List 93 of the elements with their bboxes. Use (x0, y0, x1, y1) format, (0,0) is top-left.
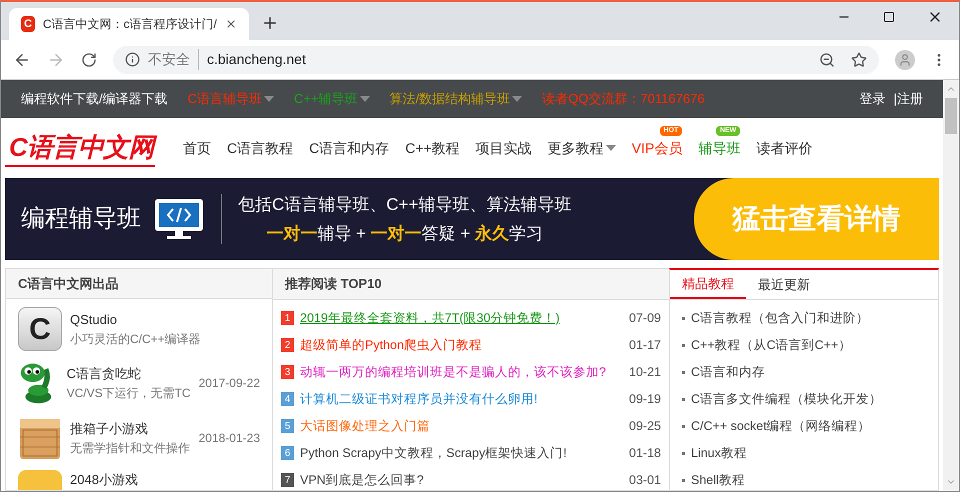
article-date: 01-18 (628, 444, 661, 462)
scrollbar-thumb[interactable] (945, 98, 957, 134)
article-date: 01-17 (628, 336, 661, 354)
banner-slogan: 答疑 + (422, 223, 472, 245)
product-name[interactable]: C语言贪吃蛇 (66, 364, 191, 384)
product-name[interactable]: QStudio (70, 310, 260, 330)
profile-avatar[interactable] (895, 50, 915, 70)
product-name[interactable]: 推箱子小游戏 (70, 419, 191, 439)
bullet-icon (682, 398, 685, 400)
banner-slogan: 永久 (475, 223, 510, 245)
security-label: 不安全 (148, 49, 199, 70)
nav-link[interactable]: VIP会员 (632, 138, 682, 158)
tutorial-link[interactable]: C语言多文件编程（模块化开发） (691, 390, 882, 408)
article-link[interactable]: 动辄一两万的编程培训班是不是骗人的，该不该参加? (300, 362, 616, 382)
article-date: 09-19 (628, 390, 661, 408)
product-name[interactable]: 2048小游戏 (70, 470, 260, 490)
rank-badge: 3 (281, 365, 294, 379)
register-link[interactable]: |注册 (894, 89, 923, 109)
site-logo[interactable]: C语言中文网 (5, 129, 155, 167)
banner-subtitle: 包括C语言辅导班、C++辅导班、算法辅导班 (238, 194, 572, 216)
rank-badge: 2 (281, 338, 294, 352)
tutorial-link[interactable]: Linux教程 (691, 444, 747, 462)
promo-banner[interactable]: 编程辅导班 包括C语言辅导班、C++辅导班、算法辅导班 一对一辅导 + 一对一答疑 + 永久学习 猛击查看详情 (5, 178, 939, 260)
article-link[interactable]: 计算机二级证书对程序员并没有什么卵用! (300, 390, 616, 408)
nav-link[interactable]: 辅导班 (698, 138, 740, 158)
nav-link[interactable]: C语言和内存 (309, 138, 390, 158)
rank-badge: 5 (281, 419, 294, 433)
nav-link[interactable]: 项目实战 (476, 138, 532, 158)
login-link[interactable]: 登录 (860, 89, 886, 109)
caret-icon (606, 145, 616, 151)
banner-slogan: 一对一 (370, 223, 422, 245)
article-date: 09-25 (628, 418, 661, 435)
scrollbar[interactable] (943, 80, 959, 491)
new-tab-icon[interactable] (261, 14, 279, 32)
monitor-code-icon (153, 197, 205, 241)
section-heading: 推荐阅读 TOP10 (273, 269, 669, 300)
site-favicon: C (21, 16, 35, 32)
product-date: 2018-01-23 (198, 430, 260, 447)
address-bar[interactable]: 不安全 c.biancheng.net (113, 46, 879, 74)
panel-tab[interactable]: 精品教程 (670, 270, 746, 299)
url-text: c.biancheng.net (207, 50, 307, 69)
article-link[interactable]: 2019年最终全套资料，共7T(限30分钟免费！) (300, 308, 616, 328)
banner-slogan: 辅导 + (317, 223, 367, 245)
top-bar-link[interactable]: 算法/数据结构辅导班 (390, 89, 522, 109)
rank-badge: 6 (281, 446, 294, 460)
banner-slogan: 学习 (509, 223, 544, 245)
maximize-icon[interactable] (883, 11, 895, 23)
bullet-icon (682, 452, 685, 454)
section-heading: C语言中文网出品 (6, 269, 272, 299)
zoom-out-icon[interactable] (819, 52, 835, 68)
article-link[interactable]: Python Scrapy中文教程，Scrapy框架快速入门! (300, 444, 616, 462)
nav-link[interactable]: 更多教程 (548, 138, 616, 158)
bullet-icon (682, 344, 685, 346)
bullet-icon (682, 316, 685, 320)
product-description: VC/VS下运行，无需TC (66, 384, 191, 402)
article-date: 10-21 (628, 364, 661, 381)
caret-icon (512, 96, 522, 102)
product-date: 2017-09-22 (198, 375, 260, 392)
article-date: 03-01 (628, 472, 661, 489)
tutorial-link[interactable]: C++教程（从C语言到C++） (691, 336, 852, 354)
tutorial-link[interactable]: C语言和内存 (691, 362, 766, 382)
article-date: 07-09 (628, 310, 661, 327)
article-link[interactable]: 超级简单的Python爬虫入门教程 (300, 336, 616, 354)
reload-icon[interactable] (81, 52, 97, 68)
tutorial-link[interactable]: C/C++ socket编程（网络编程） (691, 416, 871, 436)
nav-link[interactable]: 读者评价 (756, 138, 812, 158)
bullet-icon (682, 478, 685, 482)
panel-tab[interactable]: 最近更新 (746, 270, 822, 299)
rank-badge: 7 (281, 473, 294, 487)
bullet-icon (682, 370, 685, 374)
rank-badge: 4 (281, 392, 294, 406)
bullet-icon (682, 424, 685, 428)
caret-icon (264, 96, 274, 102)
caret-icon (360, 96, 370, 102)
tutorial-link[interactable]: Shell教程 (691, 470, 745, 490)
bookmark-star-icon[interactable] (851, 52, 867, 68)
top-bar-link[interactable]: 编程软件下载/编译器下载 (21, 89, 168, 109)
app-icon: C (18, 307, 62, 351)
banner-title: 编程辅导班 (20, 204, 141, 234)
nav-link[interactable]: C语言教程 (227, 138, 294, 158)
product-description: 无需学指针和文件操作 (70, 440, 191, 457)
game-tile-icon (18, 470, 62, 490)
nav-link[interactable]: C++教程 (405, 138, 460, 158)
product-description: 小巧灵活的C/C++编译器 (70, 330, 202, 348)
rank-badge: 1 (281, 311, 294, 325)
nav-link[interactable]: 首页 (183, 138, 211, 158)
tutorial-link[interactable]: C语言教程（包含入门和进阶） (691, 308, 870, 328)
browser-tab[interactable]: C C语言中文网：c语言程序设计门/ (9, 8, 249, 40)
cta-text: 猛击查看详情 (732, 202, 900, 236)
article-link[interactable]: VPN到底是怎么回事? (300, 470, 616, 490)
banner-slogan: 一对一 (266, 223, 318, 245)
tab-title: C语言中文网：c语言程序设计门/ (42, 16, 217, 33)
info-icon[interactable] (125, 52, 140, 67)
